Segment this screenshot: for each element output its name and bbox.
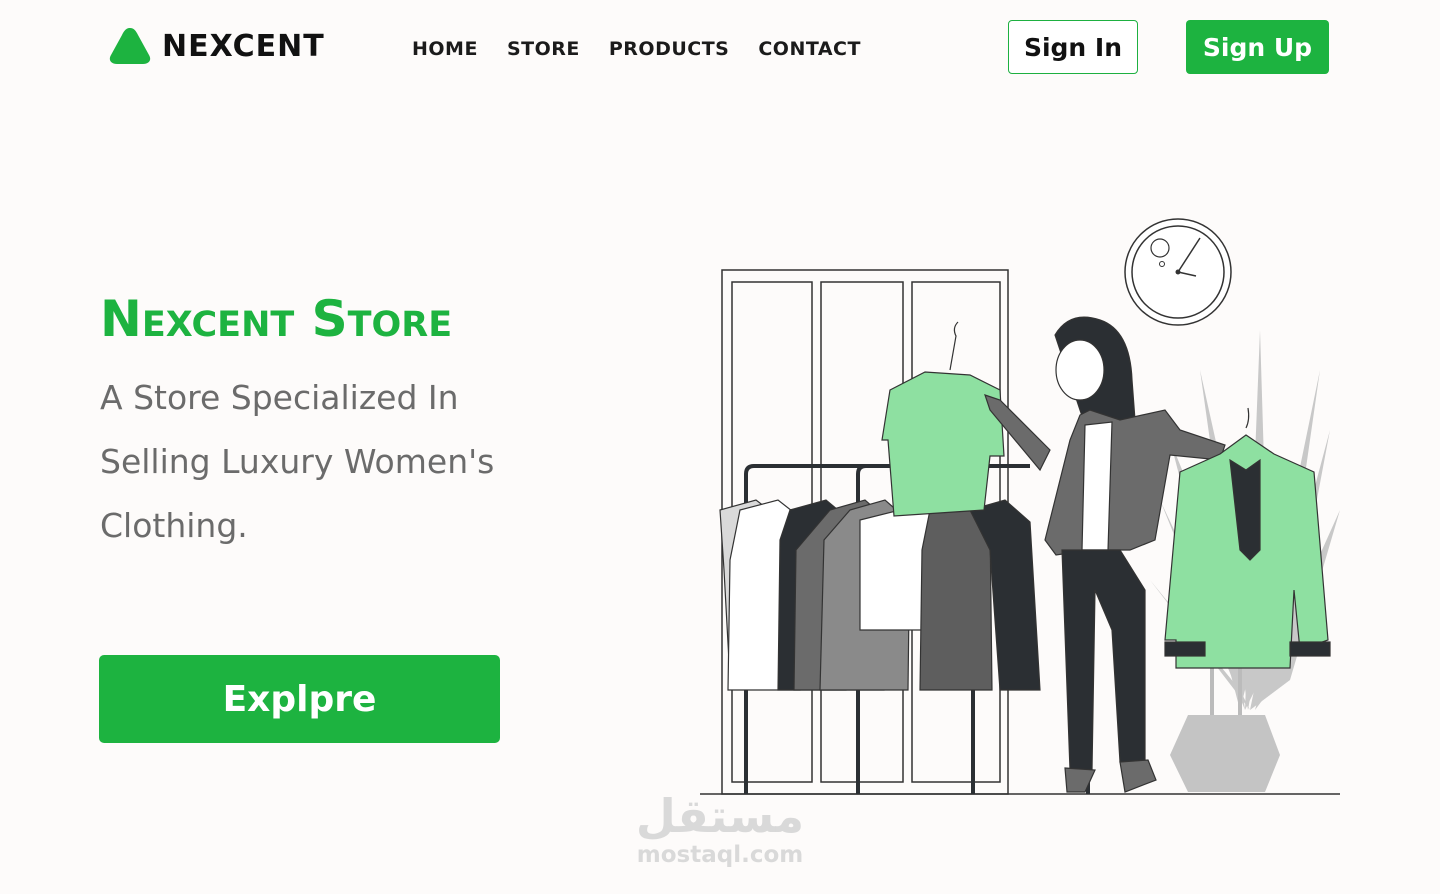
brand-name: NEXCENT	[162, 28, 325, 64]
hero-title: Nexcent Store	[100, 290, 453, 348]
sign-up-button[interactable]: Sign Up	[1186, 20, 1329, 74]
explore-button[interactable]: Explpre	[99, 655, 500, 743]
landing-page: NEXCENT HOME STORE PRODUCTS CONTACT Sign…	[0, 0, 1440, 894]
nav-store[interactable]: STORE	[507, 38, 580, 60]
hero-subtitle: A Store Specialized In Selling Luxury Wo…	[100, 378, 495, 545]
main-nav: HOME STORE PRODUCTS CONTACT	[412, 38, 890, 60]
sign-in-button[interactable]: Sign In	[1008, 20, 1138, 74]
triangle-logo-icon	[109, 28, 151, 64]
nav-home[interactable]: HOME	[412, 38, 478, 60]
nav-contact[interactable]: CONTACT	[758, 38, 861, 60]
watermark-url: mostaql.com	[636, 842, 804, 868]
watermark: مستقل mostaql.com	[615, 790, 825, 868]
wall-clock-icon	[1124, 218, 1232, 326]
nav-products[interactable]: PRODUCTS	[609, 38, 730, 60]
watermark-logo: مستقل	[635, 789, 805, 843]
woman-shopping-clothes-illustration	[700, 218, 1340, 795]
brand-logo[interactable]: NEXCENT	[108, 26, 325, 66]
